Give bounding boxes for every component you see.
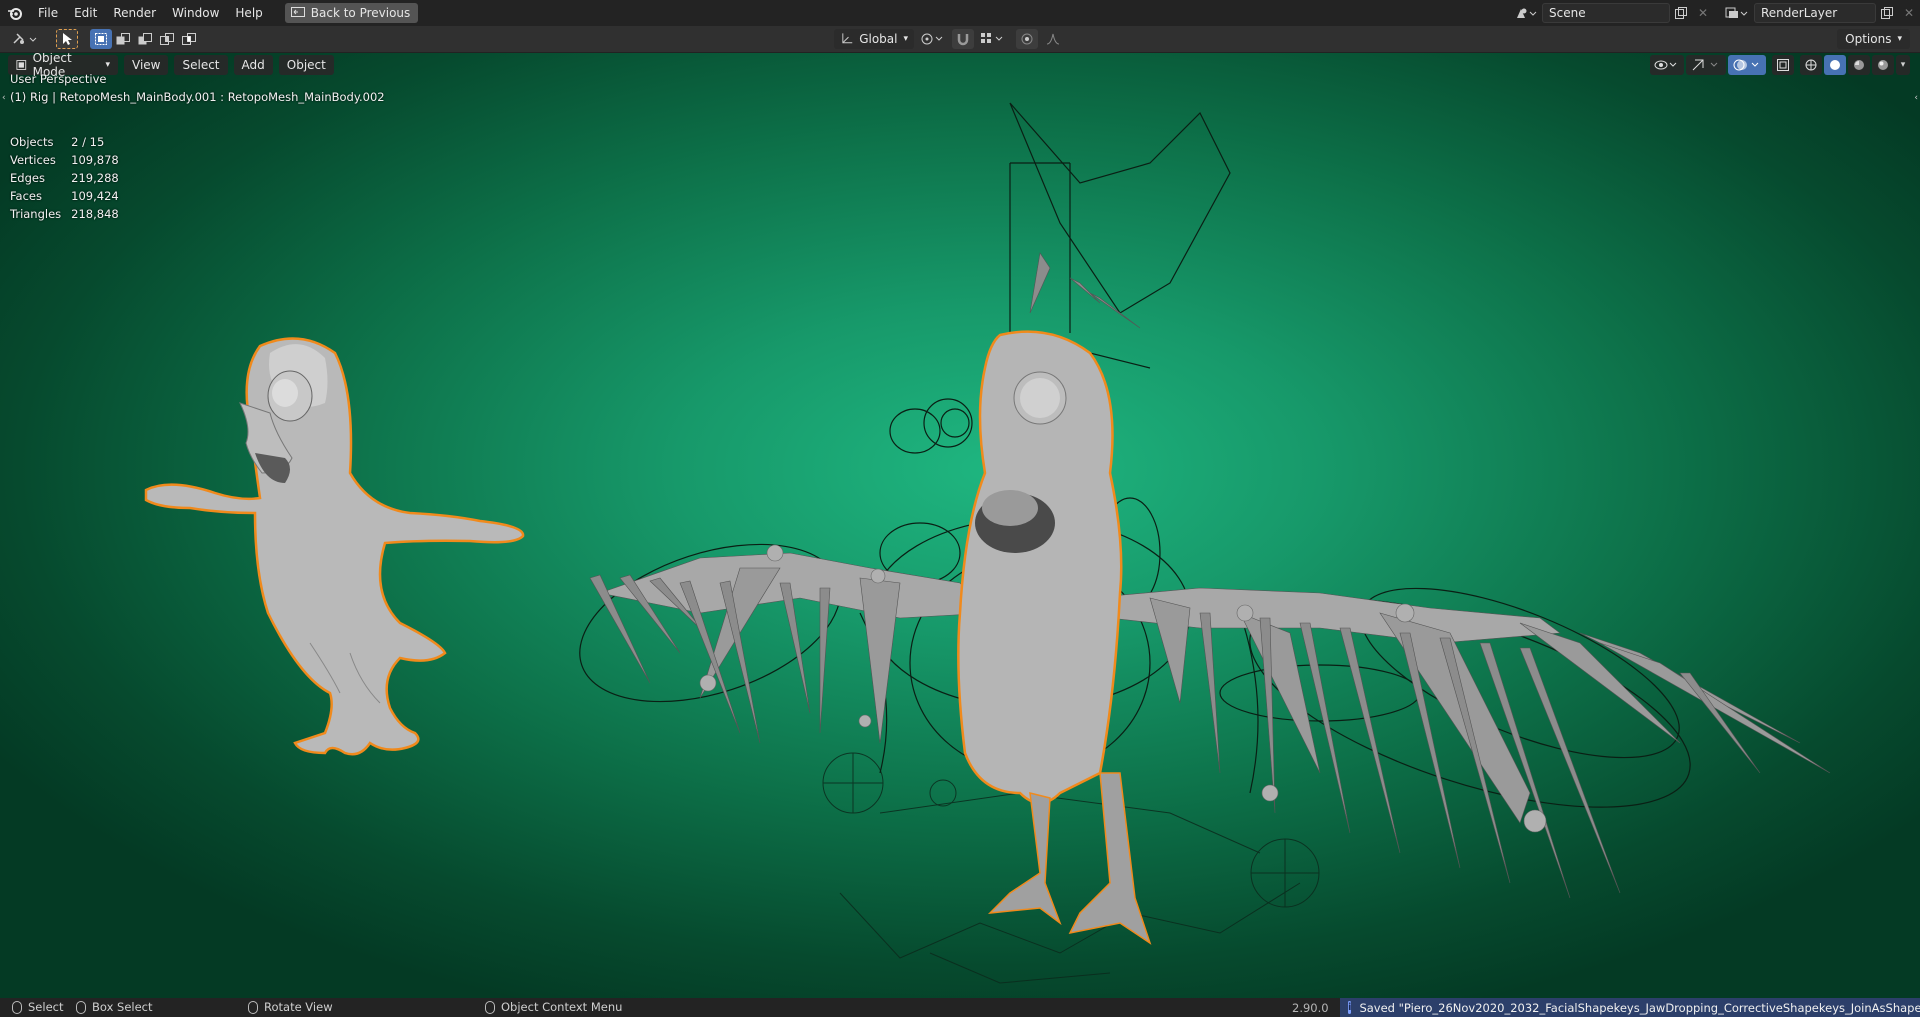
hint-box-select: Box Select: [76, 1000, 153, 1014]
hint-box-select-label: Box Select: [92, 1000, 153, 1014]
options-label: Options: [1845, 32, 1892, 46]
view-layer-selector-icon[interactable]: [1720, 3, 1754, 23]
hint-rotate-view: Rotate View: [248, 1000, 333, 1014]
stat-value: 218,848: [71, 207, 119, 221]
chevron-down-icon: ▾: [105, 60, 110, 70]
select-subtract-mode-icon[interactable]: [134, 29, 156, 49]
sidebar-toggle-right-icon[interactable]: ‹: [1914, 93, 1918, 103]
selectability-visibility-icon[interactable]: [1650, 55, 1684, 75]
menu-edit[interactable]: Edit: [66, 0, 105, 26]
snap-element-icon[interactable]: [978, 29, 1008, 49]
info-icon: i: [1348, 1001, 1352, 1014]
status-message-text: Saved "Piero_26Nov2020_2032_FacialShapek…: [1359, 1000, 1920, 1015]
stat-row: Vertices 109,878: [10, 151, 125, 169]
viewport-scene[interactable]: [0, 53, 1920, 998]
top-menu-bar: File Edit Render Window Help Back to Pre…: [0, 0, 1920, 26]
middle-mouse-icon: [248, 1000, 258, 1014]
scene-name-text: Scene: [1549, 6, 1586, 20]
scene-name-field[interactable]: Scene: [1542, 3, 1670, 23]
menu-render[interactable]: Render: [105, 0, 164, 26]
status-message[interactable]: i Saved "Piero_26Nov2020_2032_FacialShap…: [1340, 998, 1920, 1017]
select-new-mode-icon[interactable]: [90, 29, 112, 49]
viewport-shading-controls: ▾: [1650, 55, 1910, 75]
hint-select: Select: [12, 1000, 63, 1014]
new-scene-icon[interactable]: [1670, 3, 1692, 23]
stat-value: 109,424: [71, 189, 119, 203]
stat-row: Objects 2 / 15: [10, 133, 125, 151]
blender-version: 2.90.0: [1292, 1001, 1329, 1015]
delete-scene-icon[interactable]: ✕: [1692, 3, 1714, 23]
stat-label: Vertices: [10, 153, 56, 167]
proportional-falloff-icon[interactable]: [1042, 29, 1064, 49]
options-dropdown[interactable]: Options ▾: [1837, 29, 1910, 49]
active-object-label: (1) Rig | RetopoMesh_MainBody.001 : Reto…: [10, 90, 385, 104]
stat-label: Edges: [10, 171, 45, 185]
stat-row: Faces 109,424: [10, 187, 125, 205]
left-mouse-icon: [12, 1000, 22, 1014]
stat-row: Triangles 218,848: [10, 205, 125, 223]
render-layer-text: RenderLayer: [1761, 6, 1838, 20]
scene-selector-icon[interactable]: [1510, 3, 1542, 23]
select-tool-icon[interactable]: [56, 29, 78, 49]
overlays-toggle-icon[interactable]: [1728, 55, 1766, 75]
menu-file[interactable]: File: [30, 0, 66, 26]
stat-label: Objects: [10, 135, 54, 149]
stat-value: 2 / 15: [71, 135, 105, 149]
select-intersect-mode-icon[interactable]: [178, 29, 200, 49]
shading-options-chevron-icon[interactable]: ▾: [1896, 55, 1910, 75]
transform-orientation-label: Global: [859, 32, 898, 46]
select-extend-mode-icon[interactable]: [112, 29, 134, 49]
sidebar-toggle-left-icon[interactable]: ‹: [2, 93, 6, 103]
3d-viewport[interactable]: Object Mode ▾ View Select Add Object ▾ U…: [0, 53, 1920, 998]
rendered-shading-icon[interactable]: [1872, 55, 1894, 75]
hint-context-menu: Object Context Menu: [485, 1000, 622, 1014]
chevron-down-icon: ▾: [1897, 34, 1902, 44]
editor-type-icon[interactable]: [6, 29, 46, 49]
blender-logo-icon[interactable]: [0, 0, 30, 26]
screen-back-icon: [290, 7, 305, 17]
hint-rotate-view-label: Rotate View: [264, 1000, 333, 1014]
status-bar: Select Box Select Rotate View Object Con…: [0, 998, 1920, 1017]
right-mouse-icon: [485, 1000, 495, 1014]
standalone-parrot-mesh[interactable]: [144, 337, 525, 756]
back-button-label: Back to Previous: [310, 6, 411, 20]
snap-toggle-magnet-icon[interactable]: [952, 29, 974, 49]
view-perspective-label: User Perspective: [10, 72, 107, 86]
render-layer-field[interactable]: RenderLayer: [1754, 3, 1876, 23]
gizmo-toggle-icon[interactable]: [1686, 55, 1726, 75]
stat-label: Triangles: [10, 207, 62, 221]
xray-toggle-icon[interactable]: [1772, 55, 1794, 75]
scene-statistics: Objects 2 / 15 Vertices 109,878 Edges 219,2…: [10, 133, 125, 223]
menu-window[interactable]: Window: [164, 0, 227, 26]
proportional-editing-icon[interactable]: [1016, 29, 1038, 49]
wireframe-shading-icon[interactable]: [1800, 55, 1822, 75]
stat-value: 219,288: [71, 171, 119, 185]
stat-value: 109,878: [71, 153, 119, 167]
chevron-down-icon: ▾: [903, 34, 908, 44]
viewport-toolbar: Global ▾ Options ▾: [0, 26, 1920, 53]
material-preview-shading-icon[interactable]: [1848, 55, 1870, 75]
new-view-layer-icon[interactable]: [1876, 3, 1898, 23]
solid-shading-icon[interactable]: [1824, 55, 1846, 75]
pivot-point-icon[interactable]: [918, 29, 948, 49]
back-to-previous-button[interactable]: Back to Previous: [284, 3, 419, 23]
stat-row: Edges 219,288: [10, 169, 125, 187]
viewport-info-overlay: User Perspective (1) Rig | RetopoMesh_Ma…: [10, 70, 385, 106]
transform-orientation-dropdown[interactable]: Global ▾: [834, 29, 914, 49]
menu-help[interactable]: Help: [227, 0, 270, 26]
select-invert-mode-icon[interactable]: [156, 29, 178, 49]
drag-mouse-icon: [76, 1000, 86, 1014]
delete-view-layer-icon[interactable]: ✕: [1898, 3, 1920, 23]
hint-context-menu-label: Object Context Menu: [501, 1000, 623, 1014]
orientation-axes-icon: [842, 33, 853, 44]
stat-label: Faces: [10, 189, 42, 203]
hint-select-label: Select: [28, 1000, 64, 1014]
